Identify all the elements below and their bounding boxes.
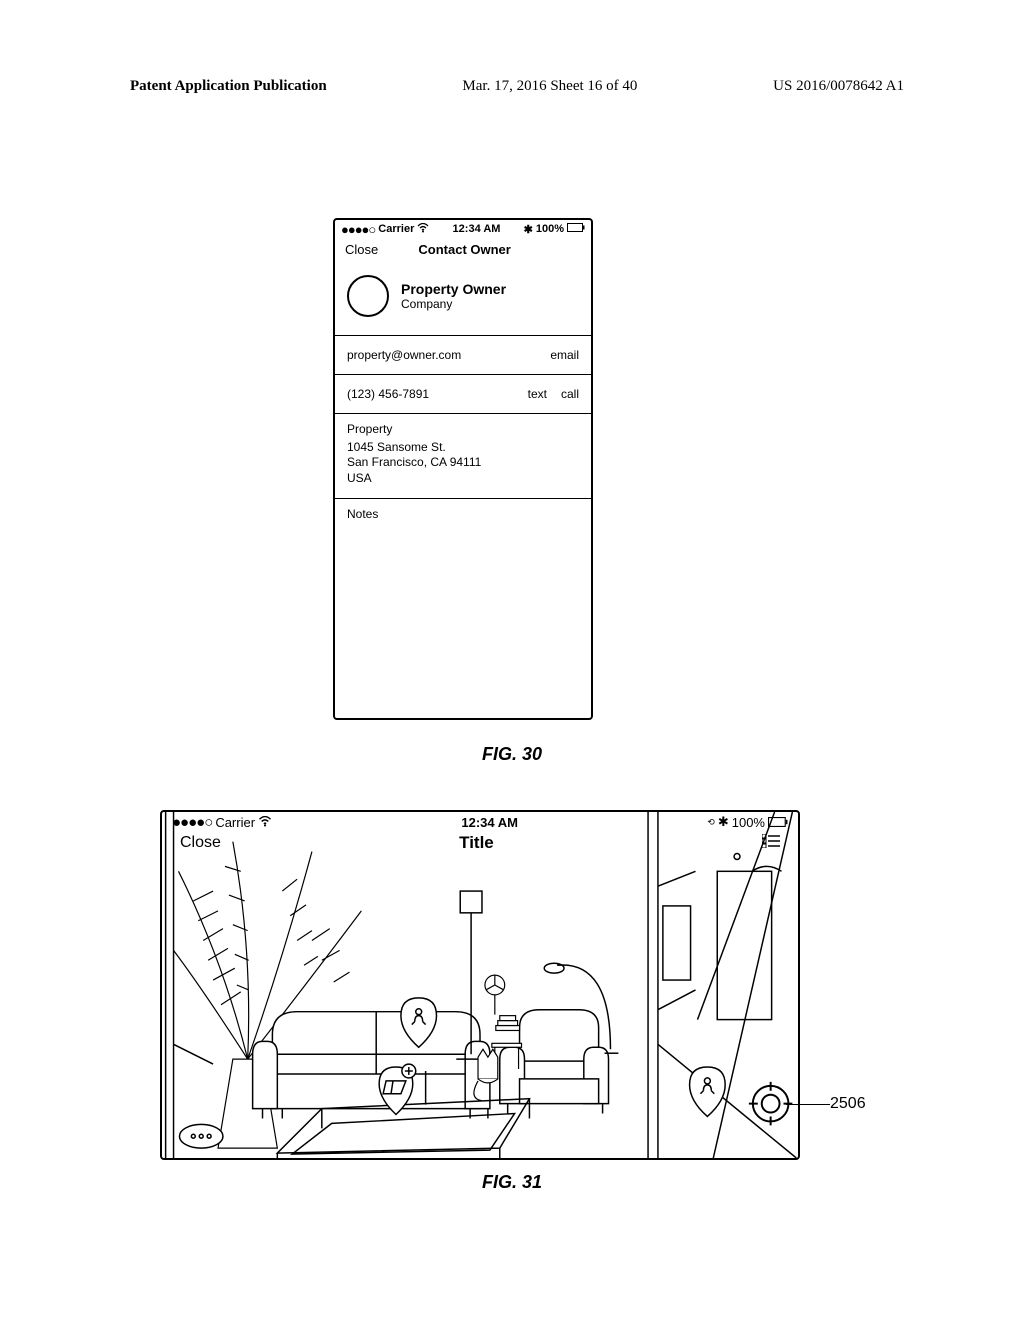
- phone-row[interactable]: (123) 456-7891 text call: [335, 375, 591, 413]
- signal-dots-icon: ●●●●○: [172, 814, 212, 831]
- menu-icon[interactable]: [762, 832, 780, 853]
- status-bar: ●●●●○ Carrier 12:34 AM ✱ 100%: [335, 220, 591, 238]
- hallway-pin-marker[interactable]: [694, 1068, 730, 1118]
- status-right: ✱ 100%: [524, 223, 585, 236]
- page-header: Patent Application Publication Mar. 17, …: [130, 78, 904, 95]
- owner-name: Property Owner: [401, 281, 506, 297]
- screen-title: Contact Owner: [348, 242, 581, 257]
- email-action-button[interactable]: email: [550, 348, 579, 362]
- battery-pct: 100%: [536, 223, 564, 235]
- battery-icon: [768, 815, 788, 830]
- sofa-pin-marker[interactable]: [402, 997, 438, 1047]
- owner-company: Company: [401, 297, 506, 311]
- status-left: ●●●●○ Carrier: [172, 814, 272, 831]
- email-value: property@owner.com: [347, 348, 461, 362]
- more-options-button[interactable]: [178, 1124, 222, 1148]
- pub-number: US 2016/0078642 A1: [773, 78, 904, 95]
- address-line1: 1045 Sansome St.: [347, 440, 579, 456]
- battery-icon: [567, 223, 585, 235]
- carrier-label: Carrier: [378, 223, 414, 235]
- notes-block[interactable]: Notes: [335, 499, 591, 529]
- owner-text: Property Owner Company: [401, 281, 506, 311]
- phone-value: (123) 456-7891: [347, 387, 429, 401]
- status-time: 12:34 AM: [453, 223, 501, 235]
- pub-label: Patent Application Publication: [130, 78, 327, 95]
- capture-target-button[interactable]: [750, 1080, 790, 1120]
- address-label: Property: [347, 422, 579, 438]
- fig30-phone-frame: ●●●●○ Carrier 12:34 AM ✱ 100% Close Cont…: [333, 218, 593, 720]
- email-row[interactable]: property@owner.com email: [335, 336, 591, 374]
- wifi-icon: [258, 815, 272, 830]
- carrier-label: Carrier: [215, 815, 255, 830]
- battery-pct: 100%: [732, 815, 765, 830]
- notes-label: Notes: [347, 507, 579, 521]
- bluetooth-icon: ✱: [524, 223, 533, 236]
- fig31-caption: FIG. 31: [0, 1172, 1024, 1193]
- address-line3: USA: [347, 471, 579, 487]
- fig31-phone-frame: ●●●●○ Carrier 12:34 AM ⟲ ✱ 100% Close Ti…: [160, 810, 800, 1160]
- orientation-lock-icon: ⟲: [707, 817, 715, 828]
- address-line2: San Francisco, CA 94111: [347, 455, 579, 471]
- owner-header: Property Owner Company: [335, 267, 591, 335]
- address-block: Property 1045 Sansome St. San Francisco,…: [335, 414, 591, 498]
- sheet-info: Mar. 17, 2016 Sheet 16 of 40: [462, 78, 637, 95]
- reference-leader-line: [786, 1104, 830, 1105]
- reference-number: 2506: [830, 1095, 866, 1113]
- table-pin-marker[interactable]: [380, 1068, 416, 1118]
- status-bar: ●●●●○ Carrier 12:34 AM ⟲ ✱ 100%: [162, 812, 798, 832]
- screen-title: Title: [191, 833, 762, 853]
- status-time: 12:34 AM: [461, 815, 518, 830]
- nav-bar: Close Title: [162, 832, 798, 857]
- wifi-icon: [417, 223, 429, 236]
- bluetooth-icon: ✱: [718, 814, 729, 830]
- status-right: ⟲ ✱ 100%: [707, 814, 788, 830]
- avatar-placeholder-icon: [347, 275, 389, 317]
- call-action-button[interactable]: call: [561, 387, 579, 401]
- status-left: ●●●●○ Carrier: [341, 222, 429, 237]
- signal-dots-icon: ●●●●○: [341, 222, 375, 237]
- nav-bar: Close Contact Owner: [335, 238, 591, 267]
- text-action-button[interactable]: text: [528, 387, 547, 401]
- fig30-caption: FIG. 30: [0, 744, 1024, 765]
